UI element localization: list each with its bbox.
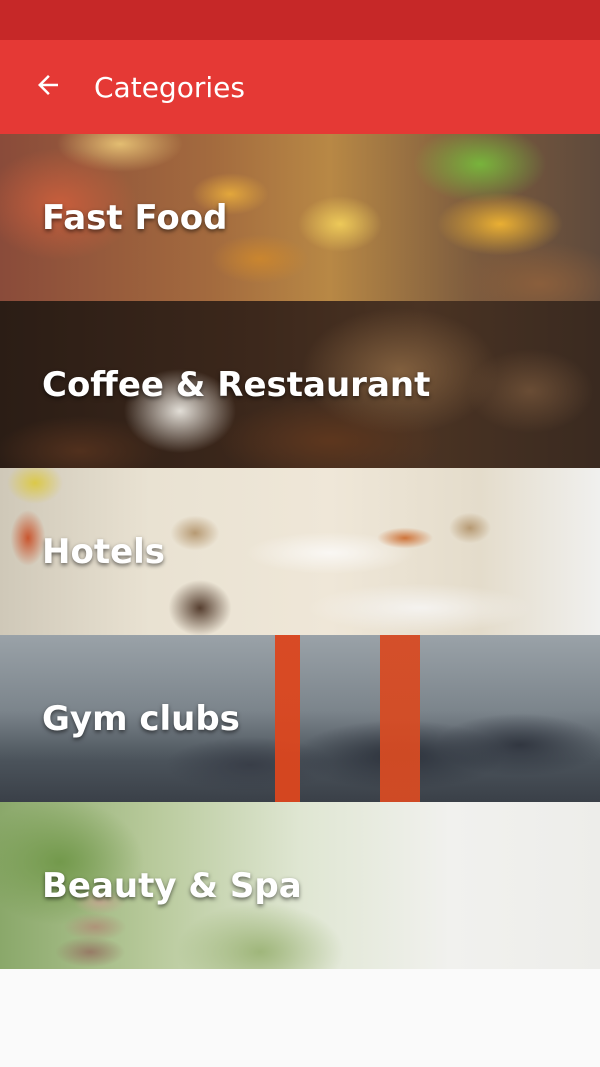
category-fast-food[interactable]: Fast Food [0,134,600,301]
category-label: Coffee & Restaurant [42,364,431,405]
page-title: Categories [94,70,245,104]
category-hotels[interactable]: Hotels [0,468,600,635]
category-label: Gym clubs [42,698,240,739]
status-bar [0,0,600,40]
category-beauty-spa[interactable]: Beauty & Spa [0,802,600,969]
category-label: Fast Food [42,197,228,238]
category-coffee-restaurant[interactable]: Coffee & Restaurant [0,301,600,468]
category-gym-clubs[interactable]: Gym clubs [0,635,600,802]
category-label: Beauty & Spa [42,865,302,906]
category-list: Fast Food Coffee & Restaurant Hotels Gym… [0,134,600,969]
category-label: Hotels [42,531,166,572]
app-bar: Categories [0,40,600,134]
arrow-left-icon [33,70,63,104]
back-button[interactable] [30,69,66,105]
